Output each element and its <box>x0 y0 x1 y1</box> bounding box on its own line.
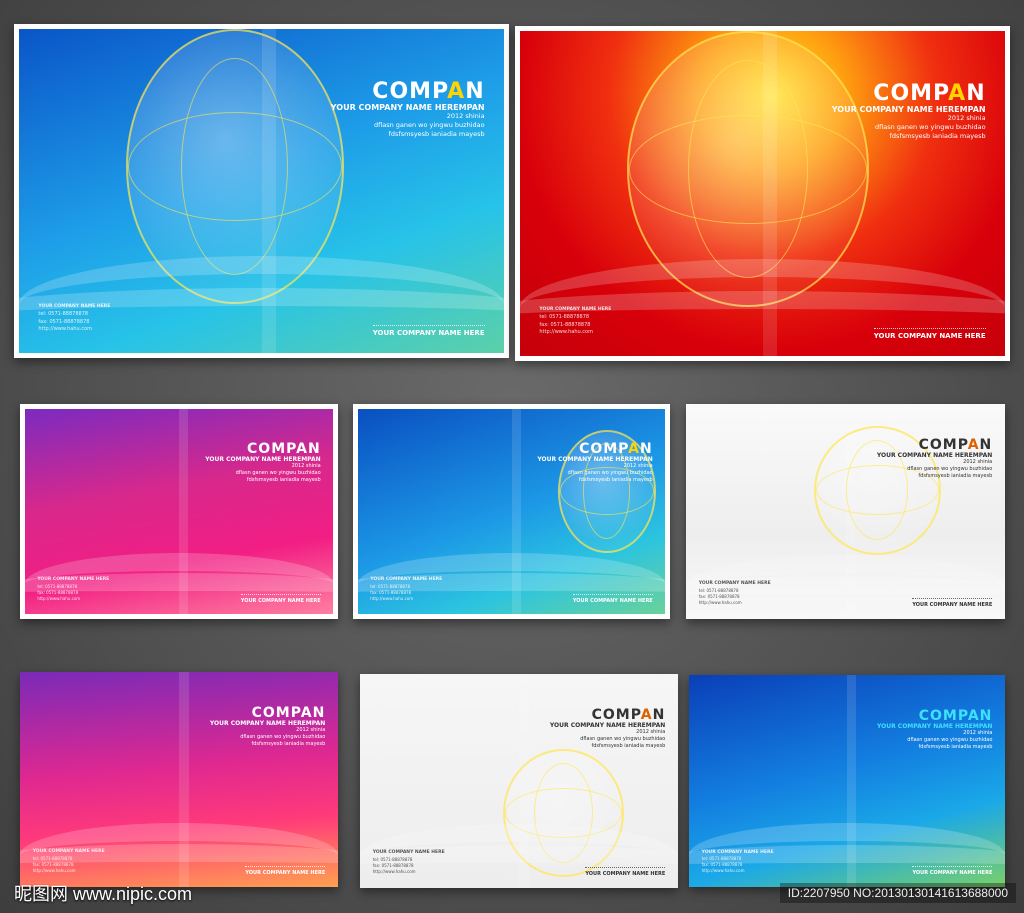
year-line: 2012 shinia <box>296 727 326 734</box>
cover-footer: YOUR COMPANY NAME HERE <box>912 866 993 876</box>
cover-title: COMPAN <box>918 707 993 724</box>
back-cover-info: YOUR COMPANY NAME HERE tel: 0571-88878878… <box>539 307 612 335</box>
year-line: 2012 shinia <box>963 729 993 736</box>
cover-title: COMPAN <box>873 81 986 106</box>
cover-footer: YOUR COMPANY NAME HERE <box>585 867 666 877</box>
cover-text-block: COMPAN YOUR COMPANY NAME HEREMPAN 2012 s… <box>210 706 325 748</box>
body-line: dflasn ganen wo yingwu buzhidao <box>240 734 326 741</box>
back-cover-info: YOUR COMPANY NAME HERE tel: 0571-88878878… <box>372 850 445 875</box>
brochure-cover-blue-large: COMPAN YOUR COMPANY NAME HEREMPAN 2012 s… <box>14 24 509 358</box>
brochure-cover-red-large: COMPAN YOUR COMPANY NAME HEREMPAN 2012 s… <box>515 26 1010 361</box>
body-line: fdsfsmsyesb ianiadia mayesb <box>918 743 993 750</box>
brochure-cover-white-gray: COMPAN YOUR COMPANY NAME HEREMPAN 2012 s… <box>686 404 1005 619</box>
body-line: fdsfsmsyesb ianiadia mayesb <box>246 476 321 483</box>
cover-text-block: COMPAN YOUR COMPANY NAME HEREMPAN 2012 s… <box>877 438 992 480</box>
body-line: fdsfsmsyesb ianiadia mayesb <box>889 132 986 141</box>
brochure-cover-blue-small: COMPAN YOUR COMPANY NAME HEREMPAN 2012 s… <box>353 404 670 619</box>
body-line: dflasn ganen wo yingwu buzhidao <box>235 469 321 476</box>
year-line: 2012 shinia <box>636 729 666 736</box>
brochure-cover-purple-pink: COMPAN YOUR COMPANY NAME HEREMPAN 2012 s… <box>20 672 338 887</box>
cover-text-block: COMPAN YOUR COMPANY NAME HEREMPAN 2012 s… <box>537 442 652 484</box>
cover-subtitle: YOUR COMPANY NAME HEREMPAN <box>330 102 485 112</box>
cover-title: COMPAN <box>579 440 653 457</box>
cover-footer: YOUR COMPANY NAME HERE <box>873 327 986 340</box>
body-line: fdsfsmsyesb ianiadia mayesb <box>251 741 326 748</box>
cover-title: COMPAN <box>372 78 485 104</box>
brochure-cover-pink: COMPAN YOUR COMPANY NAME HEREMPAN 2012 s… <box>20 404 338 619</box>
cover-footer: YOUR COMPANY NAME HERE <box>912 598 993 608</box>
body-line: fdsfsmsyesb ianiadia mayesb <box>918 473 993 480</box>
cover-subtitle: YOUR COMPANY NAME HEREMPAN <box>876 452 993 460</box>
body-line: dflasn ganen wo yingwu buzhidao <box>580 736 666 743</box>
site-watermark: 昵图网 www.nipic.com <box>14 884 193 904</box>
cover-title: COMPAN <box>918 437 993 454</box>
back-cover-info: YOUR COMPANY NAME HERE tel: 0571-88878878… <box>698 581 771 606</box>
cover-footer: YOUR COMPANY NAME HERE <box>372 324 485 337</box>
body-line: dflasn ganen wo yingwu buzhidao <box>874 123 986 132</box>
back-cover-info: YOUR COMPANY NAME HERE tel: 0571-88878878… <box>37 576 110 601</box>
cover-title: COMPAN <box>251 705 326 722</box>
body-line: fdsfsmsyesb ianiadia mayesb <box>591 743 666 750</box>
cover-footer: YOUR COMPANY NAME HERE <box>245 866 326 876</box>
cover-subtitle: YOUR COMPANY NAME HEREMPAN <box>537 455 653 463</box>
cover-title: COMPAN <box>591 707 666 724</box>
body-line: dflasn ganen wo yingwu buzhidao <box>373 120 485 129</box>
back-cover-info: YOUR COMPANY NAME HERE tel: 0571-88878878… <box>32 849 105 874</box>
cover-subtitle: YOUR COMPANY NAME HEREMPAN <box>876 722 993 730</box>
year-line: 2012 shinia <box>947 114 986 122</box>
cover-title: COMPAN <box>247 440 321 457</box>
cover-text-block: COMPAN YOUR COMPANY NAME HEREMPAN 2012 s… <box>330 78 485 139</box>
cover-footer: YOUR COMPANY NAME HERE <box>572 593 653 604</box>
year-line: 2012 shinia <box>446 111 485 120</box>
body-line: fdsfsmsyesb ianiadia mayesb <box>388 130 485 139</box>
body-line: dflasn ganen wo yingwu buzhidao <box>907 736 993 743</box>
back-cover-info: YOUR COMPANY NAME HERE tel: 0571-88878878… <box>370 576 443 601</box>
cover-footer: YOUR COMPANY NAME HERE <box>240 593 321 604</box>
cover-text-block: COMPAN YOUR COMPANY NAME HEREMPAN 2012 s… <box>205 442 320 484</box>
cover-subtitle: YOUR COMPANY NAME HEREMPAN <box>205 455 321 463</box>
cover-subtitle: YOUR COMPANY NAME HEREMPAN <box>549 722 666 730</box>
cover-subtitle: YOUR COMPANY NAME HEREMPAN <box>831 105 986 114</box>
cover-text-block: COMPAN YOUR COMPANY NAME HEREMPAN 2012 s… <box>550 708 665 750</box>
year-line: 2012 shinia <box>623 462 653 469</box>
body-line: fdsfsmsyesb ianiadia mayesb <box>578 476 653 483</box>
back-cover-info: YOUR COMPANY NAME HERE tel: 0571-88878878… <box>701 849 774 874</box>
cover-text-block: COMPAN YOUR COMPANY NAME HEREMPAN 2012 s… <box>877 709 992 751</box>
cover-subtitle: YOUR COMPANY NAME HEREMPAN <box>209 720 326 728</box>
body-line: dflasn ganen wo yingwu buzhidao <box>567 469 653 476</box>
brochure-cover-white-globe: COMPAN YOUR COMPANY NAME HEREMPAN 2012 s… <box>360 674 678 888</box>
brochure-cover-blue-icons: COMPAN YOUR COMPANY NAME HEREMPAN 2012 s… <box>689 675 1005 887</box>
image-id-label: ID:2207950 NO:20130130141613688000 <box>779 883 1016 903</box>
cover-text-block: COMPAN YOUR COMPANY NAME HEREMPAN 2012 s… <box>832 83 986 141</box>
back-cover-info: YOUR COMPANY NAME HERE tel: 0571-88878878… <box>38 304 111 333</box>
year-line: 2012 shinia <box>963 459 993 466</box>
body-line: dflasn ganen wo yingwu buzhidao <box>907 466 993 473</box>
year-line: 2012 shinia <box>291 462 321 469</box>
